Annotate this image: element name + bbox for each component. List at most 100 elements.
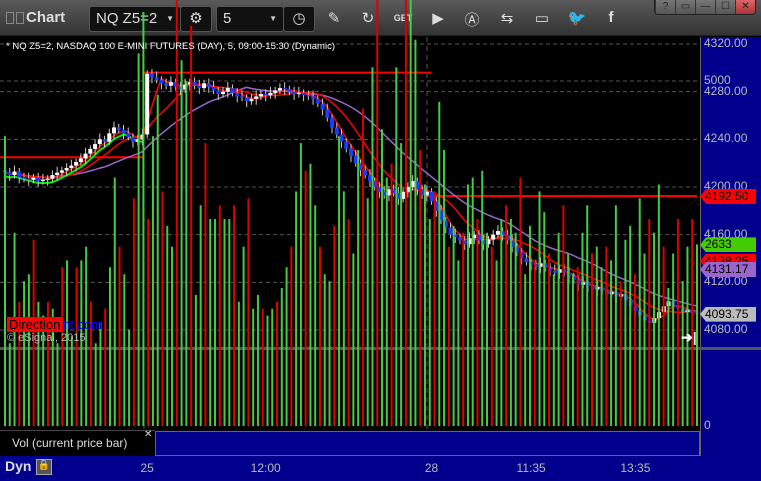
candle (45, 178, 50, 180)
candle (121, 129, 126, 134)
candle (159, 79, 164, 84)
watermark-label: Direction (7, 317, 63, 332)
candle (112, 127, 117, 134)
candle (88, 148, 93, 154)
price-tag: 4192.50 (700, 188, 756, 204)
candle (339, 134, 344, 142)
volume-legend: Vol (current price bar) ✕ (0, 429, 155, 456)
candle (74, 161, 79, 166)
candle (149, 73, 154, 78)
candle (235, 92, 240, 97)
candle (69, 165, 74, 168)
candle (249, 98, 254, 102)
candle (78, 158, 83, 162)
candle (40, 179, 45, 182)
candle (221, 91, 226, 95)
candle (168, 82, 173, 86)
price-tick-label: 4240.00 (704, 131, 748, 146)
candle (524, 258, 529, 263)
volume-legend-label: Vol (current price bar) (12, 436, 128, 450)
lock-icon[interactable]: 🔒 (36, 459, 52, 475)
candle (126, 133, 131, 137)
time-tick-label: 13:35 (620, 461, 651, 475)
candle (268, 92, 273, 96)
candle (344, 141, 349, 149)
candle (367, 175, 372, 182)
candle (197, 85, 202, 89)
scroll-to-end-icon[interactable]: ➔| (681, 329, 697, 346)
candle (448, 227, 453, 235)
price-tag: 4093.75 (700, 306, 756, 322)
candle (154, 77, 159, 80)
candle (102, 139, 107, 142)
candle (130, 136, 135, 142)
candle (116, 127, 121, 130)
close-icon[interactable]: ✕ (144, 429, 152, 440)
watermark-link[interactable]: nt.com (63, 317, 102, 332)
candle (353, 156, 358, 164)
time-tick-label: 28 (424, 461, 439, 475)
candle (306, 95, 311, 97)
candle (50, 175, 55, 179)
candle (287, 89, 292, 92)
candle (55, 172, 60, 176)
moving-average-line (4, 81, 698, 314)
price-tick-label: 4320.00 (704, 36, 748, 50)
volume-tick-label: 5000 (704, 73, 731, 87)
candle (311, 96, 316, 99)
candle (263, 94, 268, 96)
time-tick-label: 25 (140, 461, 154, 475)
candle (258, 94, 263, 97)
candle (296, 92, 301, 95)
candle (282, 88, 287, 90)
volume-tick-label: 0 (704, 418, 711, 432)
chart-header: * NQ Z5=2, NASDAQ 100 E-MINI FUTURES (DA… (6, 41, 335, 52)
candle (107, 133, 112, 142)
candle (552, 270, 557, 273)
price-tag: 4131.17 (700, 262, 756, 278)
price-tick-label: 4080.00 (704, 322, 748, 336)
candle (239, 96, 244, 98)
candle (315, 98, 320, 104)
candle (7, 172, 12, 176)
candle (216, 90, 221, 95)
candle (31, 177, 36, 180)
candle (325, 109, 330, 118)
price-chart[interactable] (0, 0, 761, 481)
watermark: nt.com Direction (7, 317, 102, 332)
candle (320, 103, 325, 110)
candle (93, 144, 98, 149)
candle (495, 231, 500, 235)
copyright: © eSignal, 2015 (7, 332, 86, 344)
candle (202, 83, 207, 89)
candle (192, 82, 197, 86)
candle (59, 170, 64, 173)
candle (254, 96, 259, 99)
dynamic-label: Dyn (5, 458, 32, 474)
candle (301, 92, 306, 96)
candle (26, 178, 31, 180)
volume-legend-bar (155, 431, 700, 456)
candle (164, 83, 169, 86)
candle (244, 97, 249, 102)
candle (292, 91, 297, 95)
candle (12, 171, 17, 176)
candle (206, 83, 211, 87)
candle (491, 234, 496, 240)
candle (429, 191, 434, 202)
candle (349, 148, 353, 157)
candle (83, 153, 88, 159)
candle (273, 90, 278, 93)
candle (330, 117, 335, 128)
candle (97, 139, 102, 145)
candle (17, 171, 22, 178)
candle (64, 167, 69, 171)
candle (36, 177, 41, 182)
candle (225, 88, 230, 92)
time-tick-label: 12:00 (250, 461, 281, 475)
candle (21, 177, 26, 179)
time-tick-label: 11:35 (516, 461, 546, 475)
candle (211, 86, 216, 91)
candle (230, 88, 235, 93)
candle (277, 88, 282, 91)
